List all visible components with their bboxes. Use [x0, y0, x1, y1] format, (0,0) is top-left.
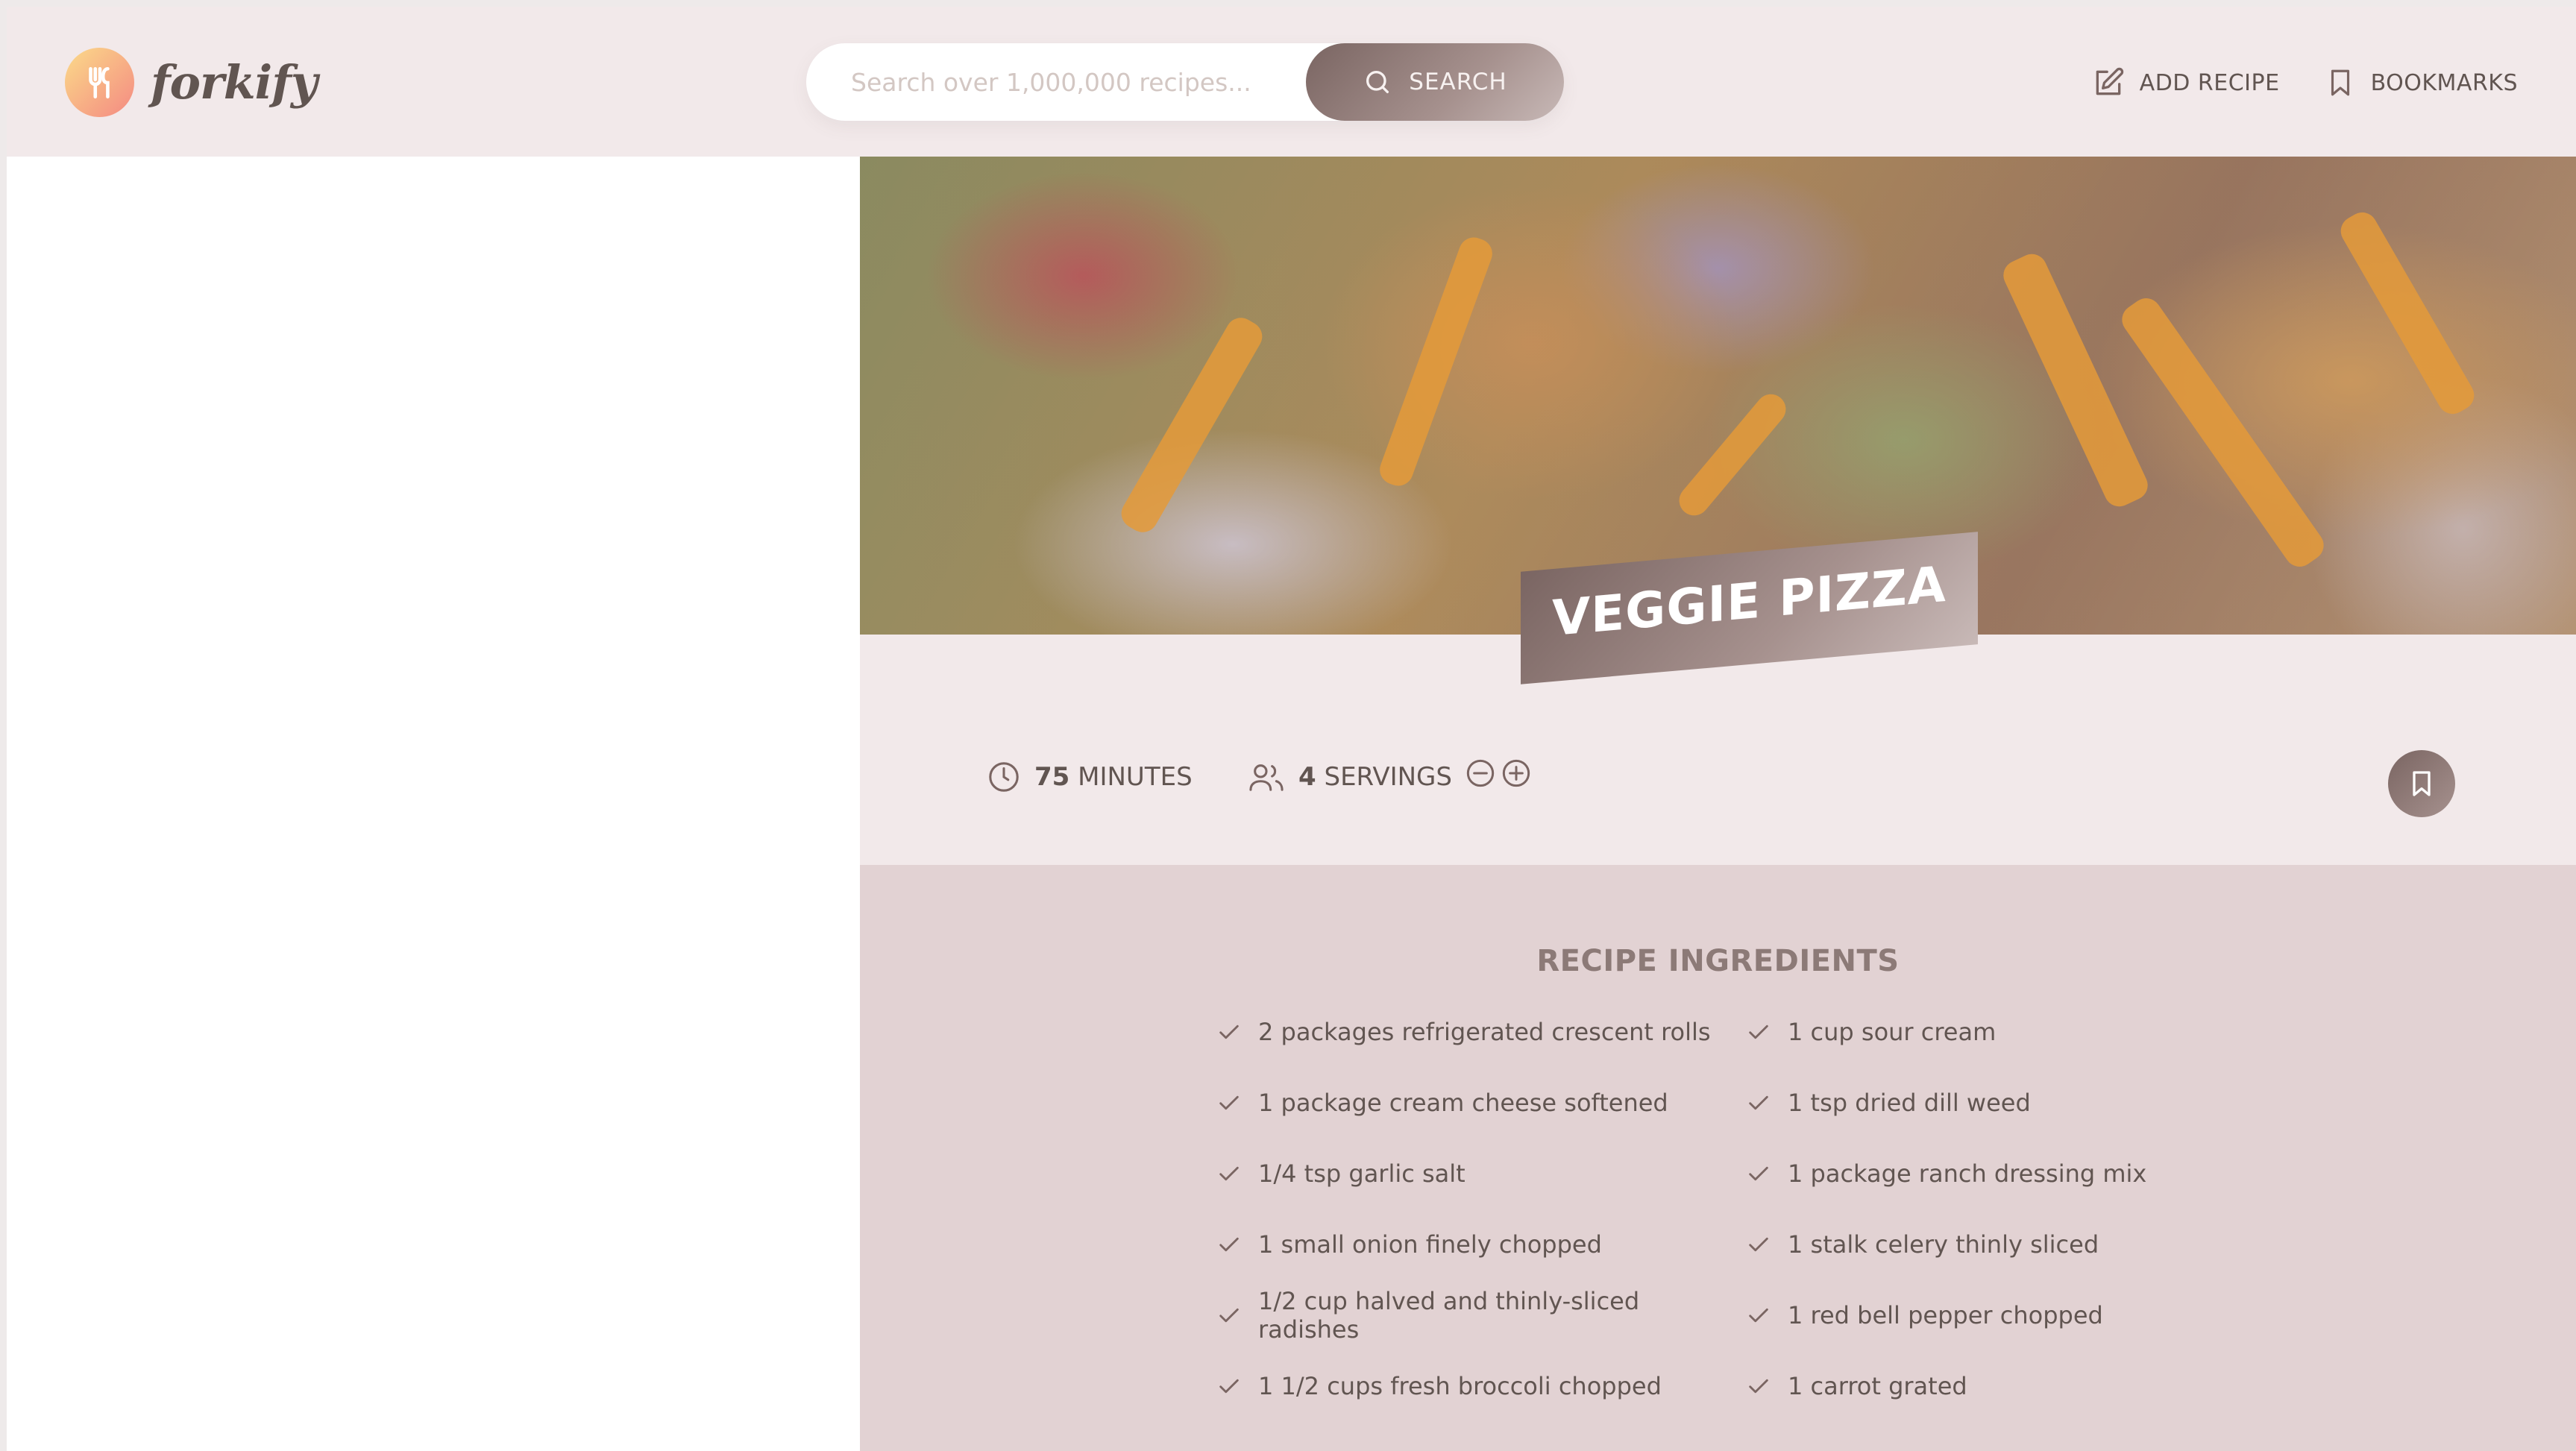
search-results-panel	[7, 157, 860, 1451]
users-icon	[1249, 764, 1284, 791]
cooking-time: 75 MINUTES	[987, 760, 1193, 794]
ingredient-text: 1 tsp dried dill weed	[1788, 1089, 2031, 1117]
ingredient-item: 1 carrot grated	[1746, 1368, 2186, 1404]
check-icon	[1749, 1024, 1768, 1039]
check-icon	[1749, 1379, 1768, 1394]
ingredient-text: 1 package cream cheese softened	[1258, 1089, 1668, 1117]
ingredient-text: 2 packages refrigerated crescent rolls	[1258, 1018, 1711, 1046]
recipe-ingredients: RECIPE INGREDIENTS 2 packages refrigerat…	[860, 865, 2576, 1451]
search-input[interactable]	[851, 67, 1269, 97]
add-recipe-label: ADD RECIPE	[2139, 69, 2280, 96]
search-button[interactable]: SEARCH	[1306, 43, 1564, 121]
bookmarks-button[interactable]: BOOKMARKS	[2325, 67, 2518, 98]
search-icon	[1366, 71, 1389, 94]
bookmark-icon	[2413, 771, 2431, 796]
logo[interactable]: forkify	[65, 48, 318, 117]
header: forkify SEARCH ADD RECIPE	[7, 7, 2576, 157]
ingredient-text: 1/2 cup halved and thinly-sliced radishe…	[1258, 1287, 1640, 1344]
cooking-time-unit: MINUTES	[1078, 762, 1193, 792]
check-icon	[1219, 1237, 1239, 1252]
app-container: forkify SEARCH ADD RECIPE	[7, 7, 2576, 1451]
servings-unit: SERVINGS	[1324, 762, 1452, 792]
plus-circle-icon[interactable]	[1501, 758, 1531, 788]
recipe-title: VEGGIE PIZZA	[1552, 555, 1947, 648]
ingredient-item: 1 cup sour cream	[1746, 1014, 2186, 1050]
servings: 4 SERVINGS	[1248, 760, 1452, 794]
ingredient-list: 2 packages refrigerated crescent rolls 1…	[1216, 1014, 2186, 1404]
ingredient-text: 1 package ranch dressing mix	[1788, 1159, 2147, 1188]
check-icon	[1219, 1024, 1239, 1039]
logo-text: forkify	[151, 55, 318, 110]
fork-knife-icon	[65, 48, 134, 117]
ingredient-item: 1/2 cup halved and thinly-sliced radishe…	[1216, 1287, 1746, 1344]
ingredient-item: 1 package cream cheese softened	[1216, 1085, 1746, 1121]
check-icon	[1219, 1166, 1239, 1181]
clock-icon	[989, 762, 1019, 792]
ingredient-text: 1 small onion finely chopped	[1258, 1230, 1602, 1259]
ingredient-item: 2 packages refrigerated crescent rolls	[1216, 1014, 1746, 1050]
ingredient-item: 1 small onion finely chopped	[1216, 1227, 1746, 1262]
servings-value: 4	[1298, 762, 1316, 792]
search-button-label: SEARCH	[1409, 69, 1507, 95]
bookmark-icon	[2331, 69, 2349, 96]
check-icon	[1749, 1095, 1768, 1110]
recipe-details: 75 MINUTES 4 SERVINGS	[860, 635, 2576, 865]
ingredient-item: 1 stalk celery thinly sliced	[1746, 1227, 2186, 1262]
check-icon	[1219, 1308, 1239, 1323]
ingredient-text: 1 stalk celery thinly sliced	[1788, 1230, 2099, 1259]
servings-controls	[1466, 758, 1531, 788]
ingredients-heading: RECIPE INGREDIENTS	[1536, 944, 1900, 978]
ingredient-item: 1 red bell pepper chopped	[1746, 1297, 2186, 1333]
check-icon	[1219, 1379, 1239, 1394]
ingredient-item: 1 package ranch dressing mix	[1746, 1156, 2186, 1192]
bookmarks-label: BOOKMARKS	[2370, 69, 2518, 96]
check-icon	[1749, 1166, 1768, 1181]
ingredient-text: 1 red bell pepper chopped	[1788, 1301, 2103, 1329]
edit-icon	[2096, 67, 2123, 95]
check-icon	[1219, 1095, 1239, 1110]
recipe-view: VEGGIE PIZZA 75 MINUTES 4 SERVINGS RECIP…	[860, 157, 2576, 1451]
ingredient-item: 1 tsp dried dill weed	[1746, 1085, 2186, 1121]
cooking-time-value: 75	[1034, 762, 1070, 792]
ingredient-text: 1 1/2 cups fresh broccoli chopped	[1258, 1372, 1662, 1400]
ingredient-item: 1/4 tsp garlic salt	[1216, 1156, 1746, 1192]
minus-circle-icon[interactable]	[1466, 758, 1495, 788]
ingredient-item: 1 1/2 cups fresh broccoli chopped	[1216, 1368, 1746, 1404]
bookmark-recipe-button[interactable]	[2388, 750, 2455, 817]
nav: ADD RECIPE BOOKMARKS	[2092, 66, 2518, 99]
ingredient-text: 1 carrot grated	[1788, 1372, 1967, 1400]
check-icon	[1749, 1237, 1768, 1252]
ingredient-text: 1 cup sour cream	[1788, 1018, 1997, 1046]
search-form: SEARCH	[806, 43, 1564, 121]
add-recipe-button[interactable]: ADD RECIPE	[2092, 66, 2280, 99]
check-icon	[1749, 1308, 1768, 1323]
ingredient-text: 1/4 tsp garlic salt	[1258, 1159, 1466, 1188]
